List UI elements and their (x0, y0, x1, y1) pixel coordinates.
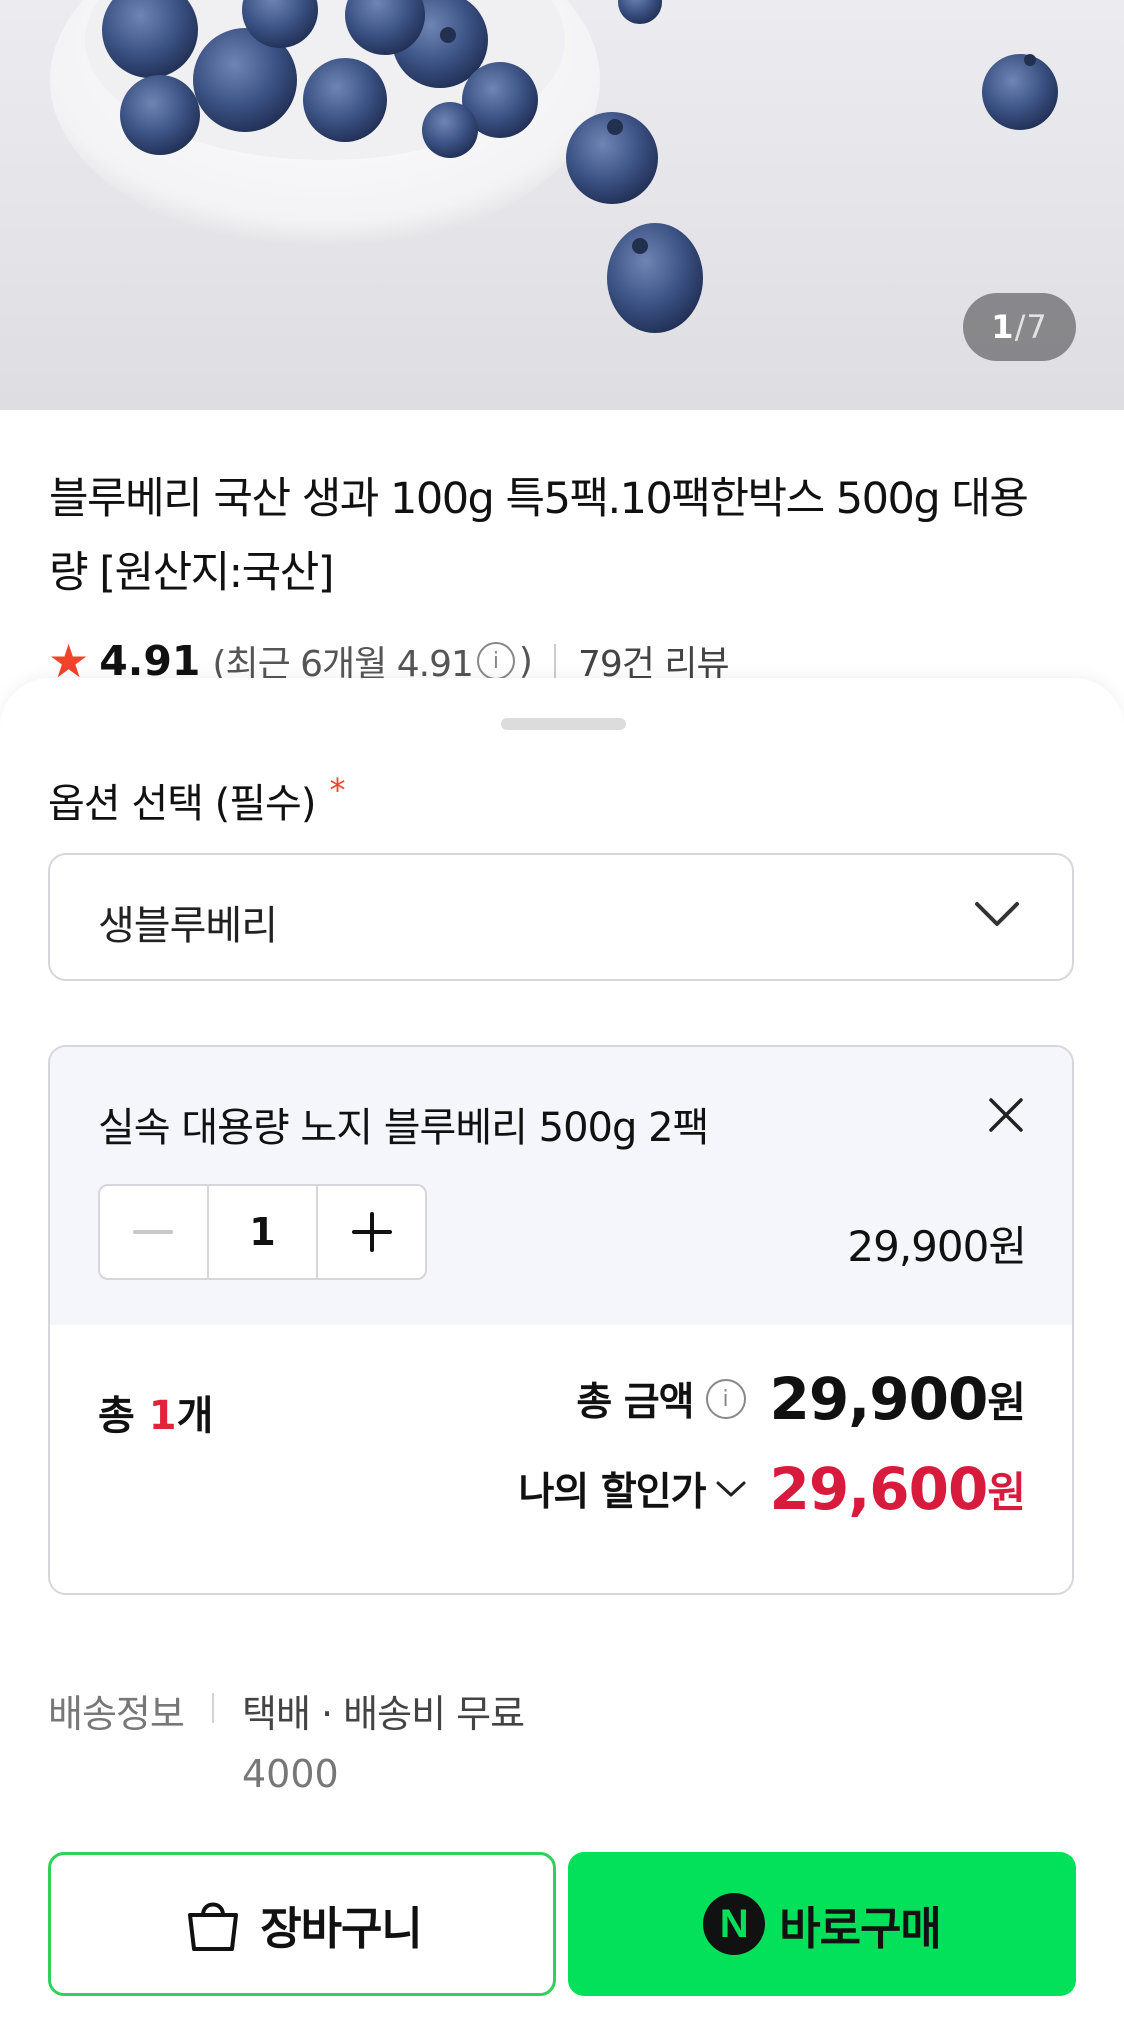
total-amount-label: 총 금액 (576, 1380, 694, 1425)
add-to-cart-label: 장바구니 (260, 1901, 423, 1955)
buy-now-label: 바로구매 (779, 1901, 942, 1955)
image-page-counter: 1 / 7 (963, 293, 1076, 361)
total-count-prefix: 총 (98, 1393, 149, 1439)
total-amount-row: 총 금액 i 29,900 원 (576, 1365, 1026, 1433)
page-counter-current: 1 (991, 308, 1015, 346)
page-counter-total: 7 (1026, 308, 1048, 346)
total-amount-currency: 원 (987, 1377, 1026, 1427)
shipping-fee: 4000 (242, 1752, 339, 1796)
shipping-info-label: 배송정보 (48, 1692, 185, 1736)
increase-quantity-button[interactable] (318, 1186, 425, 1278)
divider (553, 644, 556, 678)
chevron-down-icon (716, 1481, 746, 1497)
quantity-stepper: 1 (98, 1184, 427, 1280)
option-dropdown-value: 생블루베리 (98, 903, 278, 949)
option-dropdown[interactable]: 생블루베리 (48, 853, 1074, 981)
info-icon[interactable]: i (705, 1379, 746, 1419)
shopping-bag-icon (188, 1902, 239, 1951)
divider (212, 1693, 214, 1723)
minus-icon (133, 1230, 174, 1234)
add-to-cart-button[interactable]: 장바구니 (48, 1852, 556, 1996)
total-count-suffix: 개 (176, 1393, 214, 1439)
total-count-number: 1 (148, 1393, 177, 1439)
product-image-gallery[interactable]: 1 / 7 (0, 0, 1124, 410)
option-bottom-sheet: 옵션 선택 (필수) * 생블루베리 실속 대용량 노지 블루베리 500g 2팩… (0, 678, 1124, 2026)
sheet-drag-handle[interactable] (501, 718, 626, 730)
discount-price-currency: 원 (987, 1467, 1026, 1517)
buy-now-button[interactable]: N 바로구매 (568, 1852, 1076, 1996)
discount-price-label: 나의 할인가 (518, 1470, 707, 1515)
chevron-down-icon (975, 902, 1019, 926)
blueberries-photo (50, 0, 1058, 333)
discount-price-row[interactable]: 나의 할인가 29,600 원 (519, 1455, 1026, 1523)
plus-icon (351, 1212, 392, 1252)
selected-option-item: 실속 대용량 노지 블루베리 500g 2팩 1 29,900원 (50, 1047, 1072, 1327)
product-title: 블루베리 국산 생과 100g 특5팩.10팩한박스 500g 대용량 [원산지… (49, 474, 1029, 598)
total-amount-value: 29,900 (769, 1365, 989, 1433)
order-summary: 총 1개 총 금액 i 29,900 원 나의 할인가 29,600 원 (50, 1325, 1072, 1593)
discount-price-value: 29,600 (769, 1455, 989, 1523)
naver-pay-logo-icon: N (703, 1893, 766, 1955)
option-label-text: 옵션 선택 (필수) (48, 781, 316, 827)
selected-option-price: 29,900원 (847, 1222, 1027, 1271)
page-counter-separator: / (1014, 308, 1027, 346)
info-icon[interactable]: i (476, 642, 515, 680)
recent-rating-close: ) (518, 640, 533, 682)
close-icon[interactable] (988, 1097, 1024, 1133)
decrease-quantity-button[interactable] (100, 1186, 207, 1278)
selected-option-card: 실속 대용량 노지 블루베리 500g 2팩 1 29,900원 총 1개 총 … (48, 1045, 1074, 1595)
shipping-method: 택배 · 배송비 무료 (242, 1692, 525, 1736)
total-count: 총 1개 (98, 1383, 213, 1441)
selected-option-name: 실속 대용량 노지 블루베리 500g 2팩 (98, 1105, 709, 1151)
required-mark: * (329, 771, 345, 809)
option-select-label: 옵션 선택 (필수) * (48, 771, 345, 829)
quantity-value[interactable]: 1 (206, 1186, 319, 1278)
